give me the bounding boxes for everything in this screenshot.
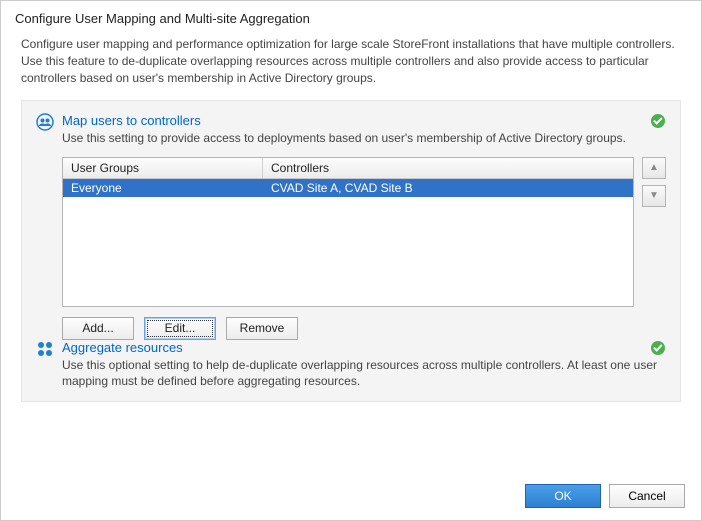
- chevron-up-icon: ▲: [649, 162, 659, 173]
- map-users-title: Map users to controllers: [62, 113, 666, 128]
- remove-button[interactable]: Remove: [226, 317, 298, 340]
- config-panel: Map users to controllers Use this settin…: [21, 100, 681, 402]
- chevron-down-icon: ▼: [649, 190, 659, 201]
- cell-controllers: CVAD Site A, CVAD Site B: [263, 179, 633, 197]
- aggregate-title: Aggregate resources: [62, 340, 666, 355]
- users-icon: [36, 113, 54, 131]
- col-header-groups[interactable]: User Groups: [63, 158, 263, 178]
- dialog-footer: OK Cancel: [1, 472, 701, 520]
- cancel-button[interactable]: Cancel: [609, 484, 685, 508]
- cell-group: Everyone: [63, 179, 263, 197]
- check-icon: [650, 340, 666, 356]
- table-row[interactable]: Everyone CVAD Site A, CVAD Site B: [63, 179, 633, 197]
- check-icon: [650, 113, 666, 129]
- map-users-section: Map users to controllers Use this settin…: [36, 113, 666, 146]
- aggregate-icon: [36, 340, 54, 358]
- add-button[interactable]: Add...: [62, 317, 134, 340]
- move-down-button[interactable]: ▼: [642, 185, 666, 207]
- ok-button[interactable]: OK: [525, 484, 601, 508]
- intro-text: Configure user mapping and performance o…: [21, 36, 681, 86]
- table-header: User Groups Controllers: [63, 158, 633, 179]
- move-up-button[interactable]: ▲: [642, 157, 666, 179]
- edit-button[interactable]: Edit...: [144, 317, 216, 340]
- dialog-title: Configure User Mapping and Multi-site Ag…: [15, 11, 687, 26]
- aggregate-desc: Use this optional setting to help de-dup…: [62, 357, 666, 389]
- col-header-controllers[interactable]: Controllers: [263, 158, 633, 178]
- map-users-desc: Use this setting to provide access to de…: [62, 130, 666, 146]
- mapping-table[interactable]: User Groups Controllers Everyone CVAD Si…: [62, 157, 634, 307]
- aggregate-section: Aggregate resources Use this optional se…: [36, 340, 666, 389]
